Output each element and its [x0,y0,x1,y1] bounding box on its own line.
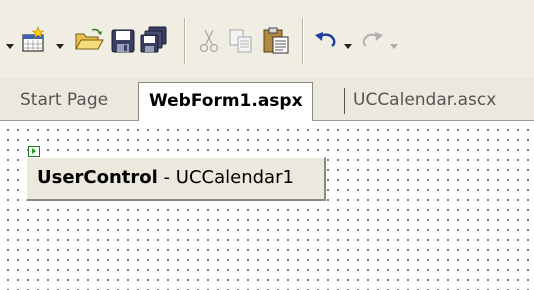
save-icon[interactable] [110,28,136,54]
tab-label: WebForm1.aspx [149,91,303,111]
cut-icon[interactable] [198,28,220,54]
control-name-label: UCCalendar1 [175,167,294,188]
redo-icon[interactable] [360,30,384,50]
tab-uccalendar[interactable]: UCCalendar.ascx [353,82,496,118]
control-separator: - [157,167,176,188]
copy-icon[interactable] [228,28,254,54]
control-type-label: UserControl [37,167,158,188]
tab-divider [344,88,345,114]
document-tab-strip: Start Page WebForm1.aspx UCCalendar.ascx [0,78,534,121]
save-all-icon[interactable] [140,26,168,54]
new-project-icon[interactable] [20,26,46,54]
open-file-icon[interactable] [74,28,104,52]
dropdown-arrow-icon[interactable] [6,44,14,49]
tab-label: UCCalendar.ascx [353,90,497,110]
toolbar-separator [302,18,304,64]
dropdown-arrow-icon[interactable] [344,44,352,49]
dropdown-arrow-icon[interactable] [56,44,64,49]
undo-icon[interactable] [314,30,338,50]
tab-webform1[interactable]: WebForm1.aspx [138,82,313,121]
design-surface[interactable]: UserControl - UCCalendar1 [0,121,534,290]
user-control-glyph-icon[interactable] [28,146,40,157]
standard-toolbar [0,0,534,78]
dropdown-arrow-icon[interactable] [390,44,398,49]
paste-icon[interactable] [262,26,290,54]
toolbar-separator [184,18,186,64]
user-control-placeholder[interactable]: UserControl - UCCalendar1 [26,157,326,201]
tab-label: Start Page [20,90,109,110]
tab-start-page[interactable]: Start Page [20,82,108,118]
